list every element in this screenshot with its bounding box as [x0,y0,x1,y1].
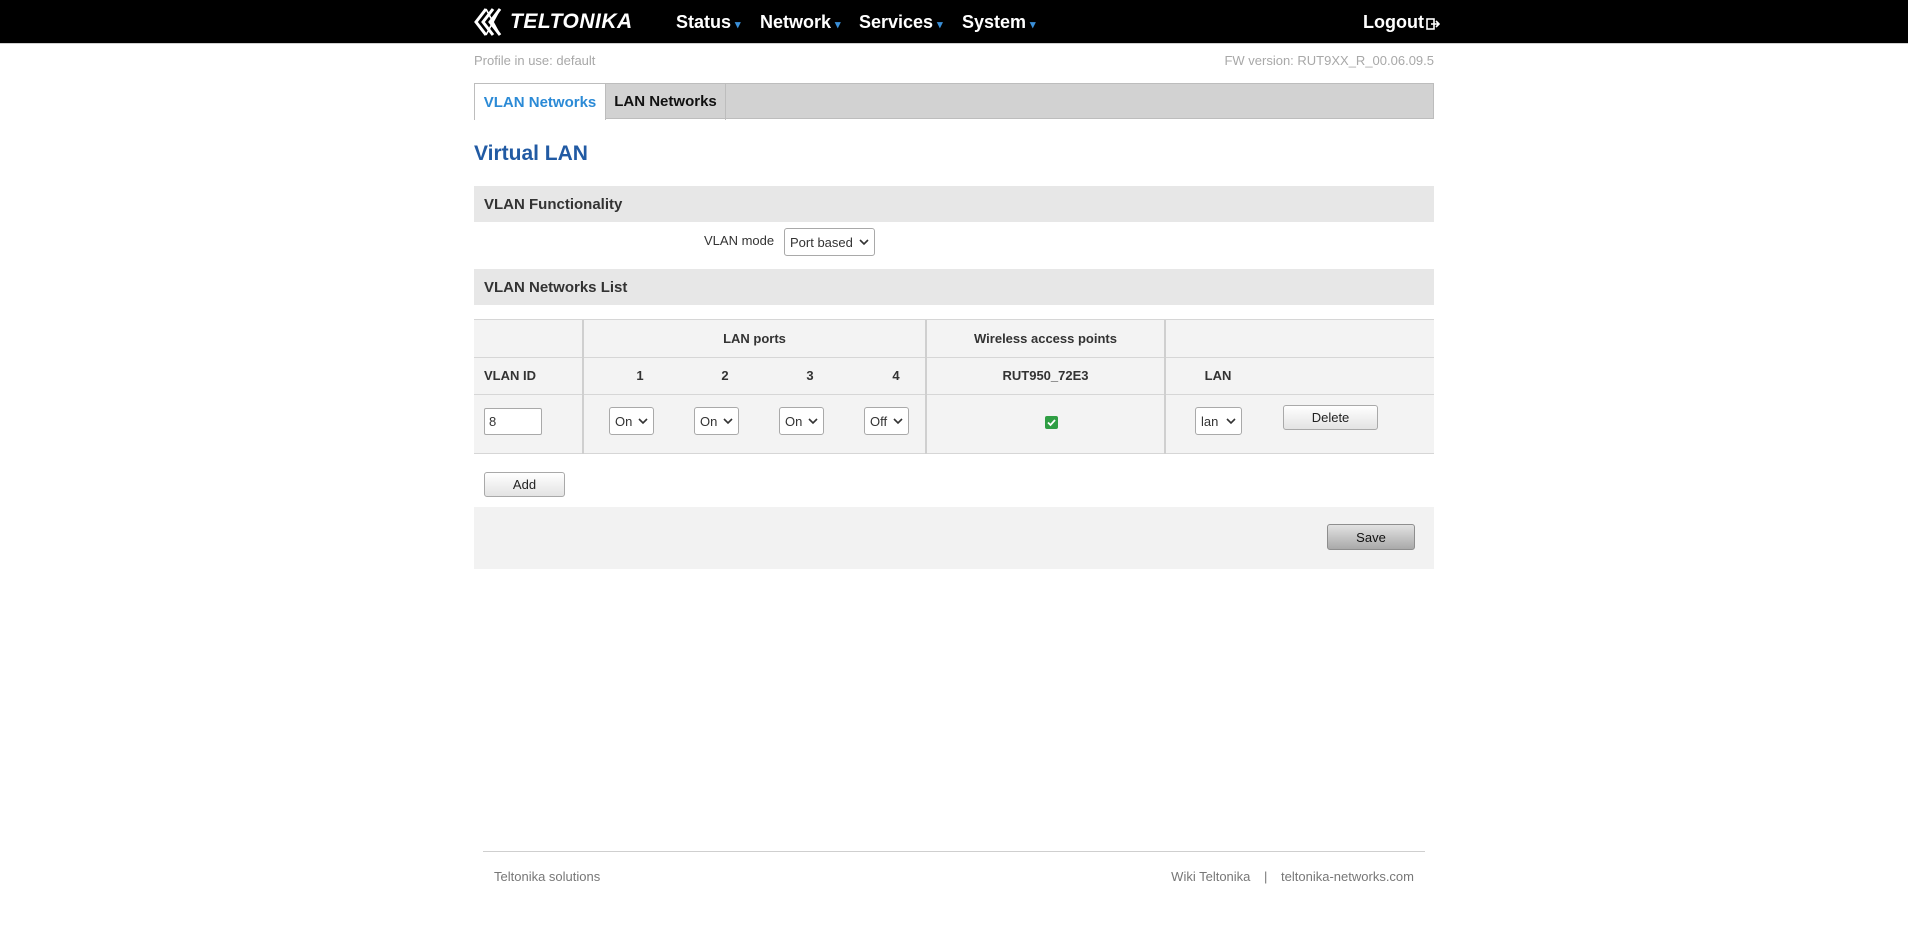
caret-down-icon: ▾ [1030,18,1036,31]
nav-services-label: Services [859,11,934,32]
section-vlan-functionality: VLAN Functionality [474,186,1434,222]
column-header-port-4: 4 [892,368,900,383]
footer-link-website[interactable]: teltonika-networks.com [1281,869,1414,884]
caret-down-icon: ▾ [835,18,841,31]
column-header-port-3: 3 [806,368,814,383]
checkmark-icon [1047,419,1056,427]
chevron-down-icon [859,239,869,246]
divider [474,394,1434,395]
save-button[interactable]: Save [1327,524,1415,550]
footer-link-wiki[interactable]: Wiki Teltonika [1171,869,1250,884]
chevron-down-icon [723,418,733,425]
profile-in-use: Profile in use: default [474,53,596,68]
port-4-value: Off [870,413,888,429]
footer-company: Teltonika solutions [494,869,601,884]
logout-label: Logout [1363,11,1424,32]
group-header-wireless: Wireless access points [974,331,1117,346]
lan-value: lan [1201,413,1219,429]
delete-button[interactable]: Delete [1283,405,1378,430]
divider [474,357,1434,358]
caret-down-icon: ▾ [937,18,943,31]
footer-separator: | [1264,869,1268,884]
nav-network[interactable]: Network ▾ [760,0,841,44]
ap-enable-checkbox[interactable] [1045,416,1058,429]
logout-link[interactable]: Logout [1363,0,1440,44]
chevron-down-icon [893,418,903,425]
chevron-down-icon [808,418,818,425]
nav-network-label: Network [760,11,832,32]
vlan-id-input[interactable]: 8 [484,408,542,435]
group-header-lan-ports: LAN ports [723,331,786,346]
footer-divider [483,851,1425,852]
section-vlan-networks-list: VLAN Networks List [474,269,1434,305]
vlan-mode-select[interactable]: Port based [784,228,875,256]
nav-status-label: Status [676,11,732,32]
chevron-down-icon [1226,418,1236,425]
vlan-mode-label: VLAN mode [704,233,775,248]
column-header-vlan-id: VLAN ID [484,368,536,383]
port-3-select[interactable]: On [779,407,824,435]
add-button[interactable]: Add [484,472,565,497]
nav-status[interactable]: Status ▾ [676,0,741,44]
tab-vlan-networks[interactable]: VLAN Networks [474,83,606,120]
teltonika-logo[interactable]: TELTONIKA [474,5,633,39]
column-header-port-2: 2 [721,368,729,383]
column-header-lan: LAN [1204,368,1232,383]
port-1-select[interactable]: On [609,407,654,435]
port-2-value: On [700,413,718,429]
footer-links: Wiki Teltonika | teltonika-networks.com [1171,869,1414,884]
save-bar [474,507,1434,569]
vlan-mode-value: Port based [790,234,853,250]
vlan-networks-table: LAN ports Wireless access points VLAN ID… [474,319,1434,454]
logo-text: TELTONIKA [510,10,633,33]
column-header-port-1: 1 [636,368,644,383]
chevron-down-icon [638,418,648,425]
port-4-select[interactable]: Off [864,407,909,435]
port-1-value: On [615,413,633,429]
port-2-select[interactable]: On [694,407,739,435]
port-3-value: On [785,413,803,429]
top-navigation-bar: TELTONIKA Status ▾ Network ▾ Services ▾ … [0,0,1908,44]
tab-bar: VLAN Networks LAN Networks [474,83,1434,120]
page-title: Virtual LAN [474,142,588,165]
lan-select[interactable]: lan [1195,407,1242,435]
divider [1164,320,1166,454]
nav-system-label: System [962,11,1027,32]
nav-system[interactable]: System ▾ [962,0,1036,44]
tab-lan-networks[interactable]: LAN Networks [606,83,726,120]
nav-services[interactable]: Services ▾ [859,0,943,44]
column-header-ap: RUT950_72E3 [1002,368,1089,383]
caret-down-icon: ▾ [735,18,741,31]
divider [474,453,1434,454]
logout-icon [1426,18,1440,30]
firmware-version: FW version: RUT9XX_R_00.06.09.5 [1224,53,1434,68]
teltonika-logo-icon [474,8,502,36]
